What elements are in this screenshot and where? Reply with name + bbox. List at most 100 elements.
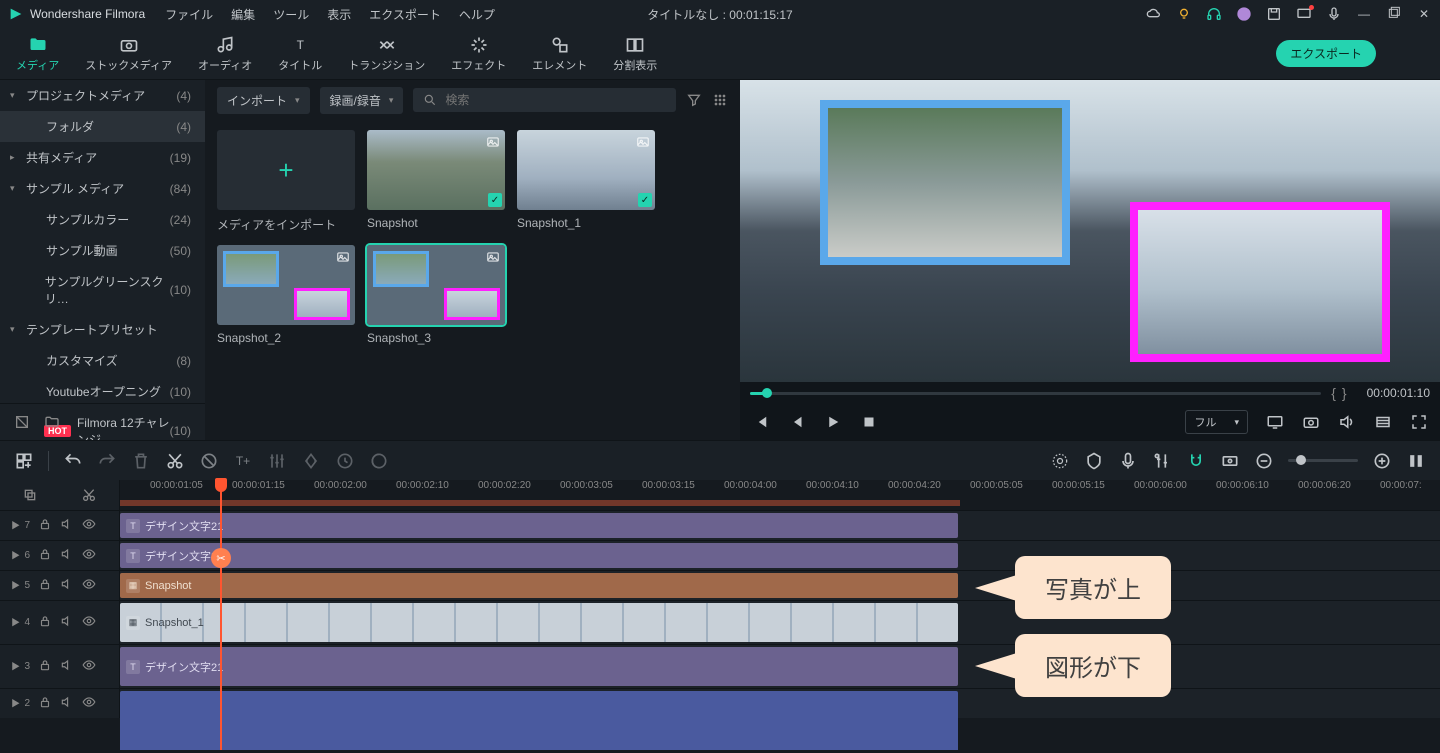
- media-item[interactable]: Snapshot_3: [367, 245, 505, 345]
- media-item[interactable]: ✓Snapshot_1: [517, 130, 655, 233]
- pip-overlay-bottom[interactable]: [1130, 202, 1390, 362]
- timeline-ruler[interactable]: 00:00:01:0500:00:01:1500:00:02:0000:00:0…: [120, 480, 1440, 510]
- lock-icon[interactable]: [38, 658, 52, 675]
- track-lane[interactable]: ▶芦ノ湖の風景: [120, 689, 1440, 718]
- avatar-icon[interactable]: [1236, 6, 1252, 22]
- preview-canvas[interactable]: [740, 80, 1440, 382]
- add-track-icon[interactable]: [14, 451, 34, 471]
- media-thumbnail[interactable]: [217, 245, 355, 325]
- playhead-handle[interactable]: [215, 478, 227, 492]
- media-thumbnail[interactable]: ✓: [367, 130, 505, 210]
- close-icon[interactable]: ✕: [1416, 6, 1432, 22]
- minimize-icon[interactable]: —: [1356, 6, 1372, 22]
- mark-out-button[interactable]: }: [1342, 385, 1347, 401]
- delete-icon[interactable]: [131, 451, 151, 471]
- cloud-icon[interactable]: [1146, 6, 1162, 22]
- marker-icon[interactable]: [1084, 451, 1104, 471]
- import-dropdown[interactable]: インポート▾: [217, 87, 310, 114]
- sidebar-item[interactable]: サンプル動画(50): [0, 235, 205, 266]
- sidebar-item[interactable]: ▸共有メディア(19): [0, 142, 205, 173]
- search-box[interactable]: [413, 88, 676, 112]
- redo-icon[interactable]: [97, 451, 117, 471]
- volume-icon[interactable]: [1338, 413, 1356, 431]
- menu-edit[interactable]: 編集: [231, 6, 255, 23]
- speed-icon[interactable]: [335, 451, 355, 471]
- timeline-clip[interactable]: ▦Snapshot: [120, 573, 958, 598]
- snapshot-icon[interactable]: [1302, 413, 1320, 431]
- render-icon[interactable]: [1050, 451, 1070, 471]
- visibility-icon[interactable]: [82, 658, 96, 675]
- color-icon[interactable]: [369, 451, 389, 471]
- clip-icon[interactable]: [1374, 413, 1392, 431]
- sidebar-item[interactable]: カスタマイズ(8): [0, 345, 205, 376]
- search-input[interactable]: [445, 93, 666, 107]
- visibility-icon[interactable]: [82, 614, 96, 631]
- timeline-clip[interactable]: ▦Snapshot_1: [120, 603, 958, 642]
- visibility-icon[interactable]: [82, 695, 96, 712]
- prev-frame-button[interactable]: [752, 413, 770, 431]
- scissors-icon[interactable]: [81, 487, 97, 503]
- visibility-icon[interactable]: [82, 547, 96, 564]
- maximize-icon[interactable]: [1386, 6, 1402, 22]
- mixer-icon[interactable]: [1152, 451, 1172, 471]
- menu-help[interactable]: ヘルプ: [459, 6, 495, 23]
- menu-tools[interactable]: ツール: [273, 6, 309, 23]
- menu-file[interactable]: ファイル: [165, 6, 213, 23]
- lock-icon[interactable]: [38, 547, 52, 564]
- cut-icon[interactable]: [165, 451, 185, 471]
- track-lane[interactable]: Tデザイン文字21: [120, 541, 1440, 570]
- media-item[interactable]: ✓Snapshot: [367, 130, 505, 233]
- tab-stock[interactable]: ストックメディア: [83, 31, 174, 77]
- display-icon[interactable]: [1266, 413, 1284, 431]
- mute-icon[interactable]: [60, 614, 74, 631]
- tab-audio[interactable]: オーディオ: [196, 31, 254, 77]
- play-button[interactable]: [824, 413, 842, 431]
- collapse-icon[interactable]: [14, 414, 30, 430]
- pip-overlay-top[interactable]: [820, 100, 1070, 265]
- headphones-icon[interactable]: [1206, 6, 1222, 22]
- sidebar-item[interactable]: フォルダ(4): [0, 111, 205, 142]
- lock-icon[interactable]: [38, 577, 52, 594]
- tab-transition[interactable]: トランジション: [346, 31, 427, 77]
- mark-in-button[interactable]: {: [1331, 385, 1336, 401]
- filter-icon[interactable]: [686, 92, 702, 108]
- mute-icon[interactable]: [60, 577, 74, 594]
- quality-dropdown[interactable]: フル▾: [1185, 410, 1248, 434]
- track-lane[interactable]: Tデザイン文字21: [120, 511, 1440, 540]
- magnet-icon[interactable]: [1186, 451, 1206, 471]
- tab-split[interactable]: 分割表示: [611, 31, 659, 77]
- media-item[interactable]: Snapshot_2: [217, 245, 355, 345]
- lightbulb-icon[interactable]: [1176, 6, 1192, 22]
- track-lane[interactable]: Tデザイン文字21: [120, 645, 1440, 688]
- link-icon[interactable]: [1220, 451, 1240, 471]
- new-folder-icon[interactable]: [44, 414, 60, 430]
- timeline-clip[interactable]: Tデザイン文字21: [120, 647, 958, 686]
- media-thumbnail[interactable]: [367, 245, 505, 325]
- tab-media[interactable]: メディア: [14, 31, 61, 77]
- zoom-slider[interactable]: [1288, 459, 1358, 462]
- mute-icon[interactable]: [60, 695, 74, 712]
- visibility-icon[interactable]: [82, 517, 96, 534]
- message-icon[interactable]: [1296, 6, 1312, 22]
- keyframe-icon[interactable]: [301, 451, 321, 471]
- track-lane[interactable]: ▦Snapshot_1: [120, 601, 1440, 644]
- duplicate-icon[interactable]: [22, 487, 38, 503]
- step-back-button[interactable]: [788, 413, 806, 431]
- sidebar-item[interactable]: ▾サンプル メディア(84): [0, 173, 205, 204]
- tab-effect[interactable]: エフェクト: [449, 31, 508, 77]
- import-media-button[interactable]: +: [217, 130, 355, 210]
- fit-icon[interactable]: [1406, 451, 1426, 471]
- scrub-head[interactable]: [762, 388, 772, 398]
- export-button[interactable]: エクスポート: [1276, 40, 1376, 67]
- lock-icon[interactable]: [38, 614, 52, 631]
- sidebar-item[interactable]: ▾プロジェクトメディア(4): [0, 80, 205, 111]
- grid-icon[interactable]: [712, 92, 728, 108]
- playhead-split-icon[interactable]: ✂: [211, 548, 231, 568]
- lock-icon[interactable]: [38, 695, 52, 712]
- menu-export[interactable]: エクスポート: [369, 6, 441, 23]
- lock-icon[interactable]: [38, 517, 52, 534]
- work-area[interactable]: [120, 500, 960, 506]
- mic-icon[interactable]: [1326, 6, 1342, 22]
- sidebar-item[interactable]: ▾テンプレートプリセット: [0, 314, 205, 345]
- tab-element[interactable]: エレメント: [530, 31, 589, 77]
